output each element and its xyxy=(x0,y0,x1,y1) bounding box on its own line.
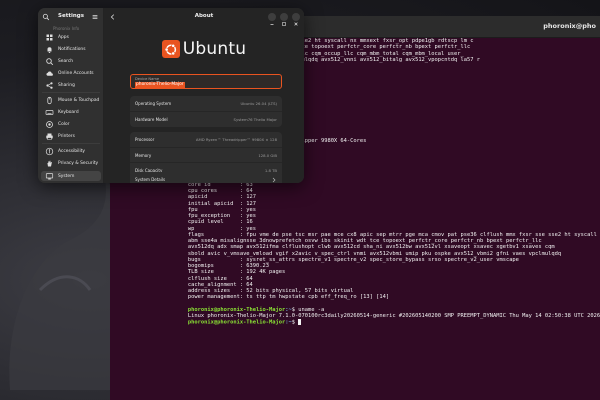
about-row-value: Ubuntu 26.04 (LTS) xyxy=(240,101,277,106)
sidebar-item-notifications[interactable]: Notifications xyxy=(41,44,101,54)
apps-icon xyxy=(46,34,53,40)
about-row-value: 128.0 GiB xyxy=(258,152,277,158)
sidebar-item-label: Search xyxy=(58,58,74,64)
terminal-line: sbold avic v_vmsave_vmload vgif x2avic v… xyxy=(110,250,562,257)
printer-icon xyxy=(46,133,53,140)
about-row-processor: Processor AMD Ryzen™ Threadripper™ 9980X … xyxy=(130,132,282,148)
sidebar-item-label: Online Accounts xyxy=(58,70,94,76)
prompt-user-host: phoronix@phoronix-Thelio-Major xyxy=(110,306,286,313)
close-button[interactable] xyxy=(292,13,300,26)
about-card-os: Operating System Ubuntu 26.04 (LTS) Hardwa… xyxy=(130,96,282,127)
about-row-operating-system: Operating System Ubuntu 26.04 (LTS) xyxy=(130,96,282,112)
ubuntu-logo: Ubuntu xyxy=(104,36,304,62)
device-name-label: Device Name xyxy=(135,77,160,81)
sidebar-item-label: Privacy & Security xyxy=(58,160,99,166)
about-row-hardware-model: Hardware Model System76 Thelio Major xyxy=(130,112,282,128)
system-details-card[interactable]: System Details xyxy=(130,172,282,183)
sidebar-item-printers[interactable]: Printers xyxy=(41,131,101,141)
sidebar-item-partial[interactable]: Phoronix Info xyxy=(53,26,79,31)
sidebar-item-label: Apps xyxy=(58,34,69,40)
about-pane: About Ubuntu Device Name phoronix-Thelio… xyxy=(104,8,304,183)
terminal-cursor xyxy=(298,319,302,325)
prompt-user-host: phoronix@phoronix-Thelio-Major xyxy=(110,319,286,326)
hand-icon xyxy=(47,160,52,166)
settings-window[interactable]: Settings Phoronix Info Apps Notifications… xyxy=(38,8,304,183)
system-details-row[interactable]: System Details xyxy=(130,172,282,183)
minimize-button[interactable] xyxy=(268,13,276,25)
prompt-command: $ uname -a xyxy=(291,306,325,313)
sidebar-item-mouse-touchpad[interactable]: Mouse & Touchpad xyxy=(41,95,101,105)
about-header: About xyxy=(104,8,304,26)
sidebar-item-label: System xyxy=(58,173,75,179)
hamburger-menu-icon[interactable] xyxy=(91,13,99,21)
sidebar-item-privacy-security[interactable]: Privacy & Security xyxy=(41,158,101,168)
sidebar-item-label: Sharing xyxy=(58,82,75,88)
device-name-value[interactable]: phoronix-Thelio-Major xyxy=(135,82,185,88)
sidebar-item-accessibility[interactable]: Accessibility xyxy=(41,146,101,156)
terminal-title: phoronix@pho xyxy=(543,22,596,30)
sidebar-header: Settings xyxy=(38,8,103,26)
sidebar-item-label: Printers xyxy=(58,133,75,139)
about-row-key: Hardware Model xyxy=(135,116,168,122)
sidebar-item-apps[interactable]: Apps xyxy=(41,32,101,42)
minimize-icon xyxy=(270,24,274,25)
terminal-prompt-line: phoronix@phoronix-Thelio-Major:~$ xyxy=(110,319,600,326)
cloud-icon xyxy=(46,71,53,76)
about-row-value: System76 Thelio Major xyxy=(233,116,277,122)
chevron-right-icon xyxy=(272,177,276,183)
device-name-field[interactable]: Device Name phoronix-Thelio-Major xyxy=(130,74,282,89)
sidebar-item-keyboard[interactable]: Keyboard xyxy=(41,107,101,117)
sidebar-item-label: Notifications xyxy=(58,46,86,52)
sidebar-separator xyxy=(42,143,100,144)
sidebar-item-label: Keyboard xyxy=(58,109,79,115)
system-icon xyxy=(45,172,54,179)
sidebar-item-online-accounts[interactable]: Online Accounts xyxy=(41,68,101,78)
about-row-key: Memory xyxy=(135,152,152,158)
sidebar-separator xyxy=(42,92,100,93)
about-row-memory: Memory 128.0 GiB xyxy=(130,148,282,163)
sidebar-item-system[interactable]: System xyxy=(41,171,101,181)
mouse-icon xyxy=(47,96,52,104)
about-row-value: AMD Ryzen™ Threadripper™ 9980X × 128 xyxy=(195,137,277,142)
color-icon xyxy=(46,120,53,128)
about-row-key: Processor xyxy=(135,137,155,142)
about-row-key: Operating System xyxy=(135,101,172,106)
keyboard-icon xyxy=(45,109,54,115)
accessibility-icon xyxy=(45,147,54,155)
search-icon xyxy=(46,57,54,65)
share-icon xyxy=(46,81,53,89)
sidebar-item-label: Color xyxy=(58,121,70,127)
settings-sidebar: Settings Phoronix Info Apps Notifications… xyxy=(38,8,104,183)
ubuntu-logo-icon xyxy=(161,40,180,58)
close-icon xyxy=(294,22,298,26)
sidebar-item-label: Mouse & Touchpad xyxy=(58,97,100,103)
system-details-label: System Details xyxy=(135,177,166,182)
maximize-icon xyxy=(282,22,286,26)
ubuntu-logo-text: Ubuntu xyxy=(182,39,247,59)
sidebar-item-search[interactable]: Search xyxy=(41,56,101,66)
sidebar-item-color[interactable]: Color xyxy=(41,119,101,129)
bell-icon xyxy=(47,46,52,53)
sidebar-item-sharing[interactable]: Sharing xyxy=(41,80,101,90)
terminal-line: avx512dq adx smap avx512ifma clflushopt … xyxy=(110,244,555,251)
sidebar-item-label: Accessibility xyxy=(58,148,86,154)
maximize-button[interactable] xyxy=(280,13,288,26)
